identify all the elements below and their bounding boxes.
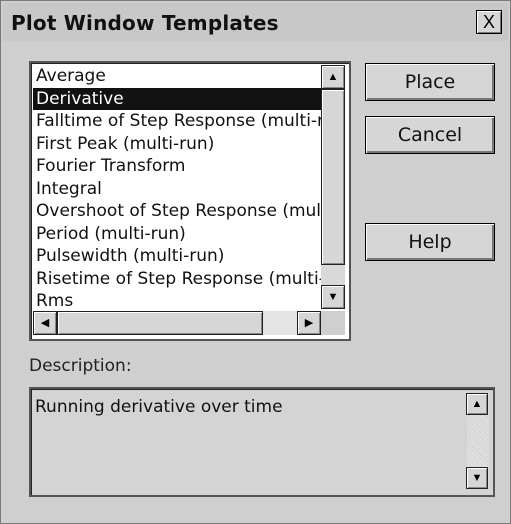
list-item-pulsewidth[interactable]: Pulsewidth (multi-run) — [33, 245, 321, 268]
list-item-overshoot[interactable]: Overshoot of Step Response (multi — [33, 200, 321, 223]
description-box: Running derivative over time ▲ ▼ — [29, 387, 495, 497]
scroll-down-button[interactable]: ▼ — [321, 285, 345, 309]
list-item-derivative[interactable]: Derivative — [33, 87, 321, 110]
scroll-up-button[interactable]: ▲ — [321, 65, 345, 89]
window-title: Plot Window Templates — [11, 11, 279, 35]
scroll-left-button[interactable]: ◀ — [33, 311, 57, 335]
scroll-left-arrow-icon: ◀ — [40, 317, 50, 329]
scroll-right-button[interactable]: ▶ — [297, 311, 321, 335]
list-item-average[interactable]: Average — [33, 65, 321, 88]
place-button[interactable]: Place — [365, 63, 495, 101]
vertical-scroll-thumb[interactable] — [321, 89, 345, 265]
description-scroll-up-button[interactable]: ▲ — [466, 393, 488, 415]
scrollbar-corner — [321, 311, 345, 335]
description-scroll-down-button[interactable]: ▼ — [466, 467, 488, 489]
list-vertical-scrollbar[interactable]: ▲ ▼ — [321, 65, 345, 309]
scroll-down-arrow-icon: ▼ — [471, 472, 483, 484]
scroll-down-arrow-icon: ▼ — [327, 291, 339, 303]
description-scrollbar[interactable]: ▲ ▼ — [466, 393, 489, 489]
plot-window-templates-dialog: Plot Window Templates X Average Derivati… — [0, 0, 511, 524]
scroll-up-arrow-icon: ▲ — [471, 398, 483, 410]
list-item-rms[interactable]: Rms — [33, 290, 321, 309]
list-item-risetime[interactable]: Risetime of Step Response (multi-ru — [33, 268, 321, 291]
list-item-integral[interactable]: Integral — [33, 178, 321, 201]
close-button[interactable]: X — [476, 10, 502, 34]
description-label: Description: — [29, 356, 132, 376]
help-button[interactable]: Help — [365, 223, 495, 261]
close-icon: X — [482, 12, 495, 32]
list-item-fourier-transform[interactable]: Fourier Transform — [33, 155, 321, 178]
list-item-falltime[interactable]: Falltime of Step Response (multi-run — [33, 110, 321, 133]
scroll-right-arrow-icon: ▶ — [304, 317, 314, 329]
list-item-first-peak[interactable]: First Peak (multi-run) — [33, 133, 321, 156]
list-item-period[interactable]: Period (multi-run) — [33, 223, 321, 246]
templates-list: Average Derivative Falltime of Step Resp… — [33, 65, 321, 309]
description-text: Running derivative over time — [35, 397, 283, 417]
cancel-button[interactable]: Cancel — [365, 116, 495, 154]
list-horizontal-scrollbar[interactable]: ◀ ▶ — [33, 311, 321, 335]
horizontal-scroll-thumb[interactable] — [57, 311, 263, 335]
scroll-up-arrow-icon: ▲ — [327, 71, 339, 83]
title-bar[interactable]: Plot Window Templates X — [3, 3, 508, 41]
templates-listbox[interactable]: Average Derivative Falltime of Step Resp… — [29, 61, 351, 341]
